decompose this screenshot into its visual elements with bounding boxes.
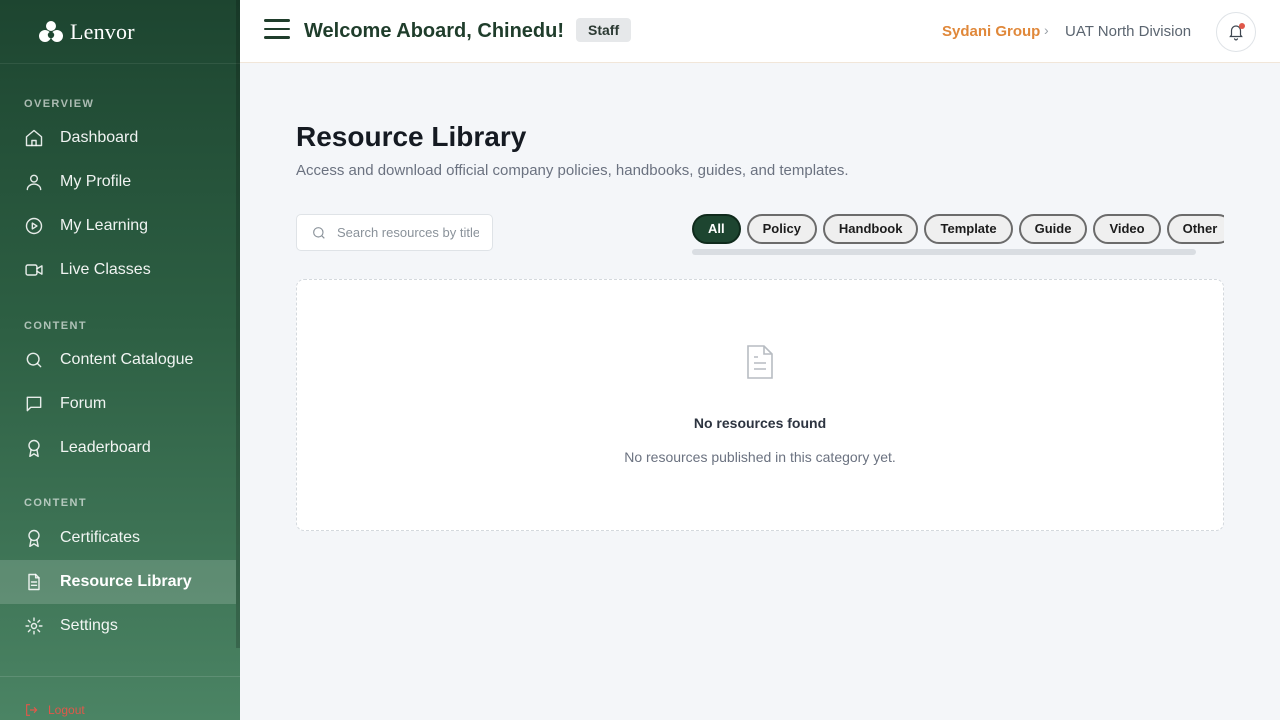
brand-name: Lenvor <box>70 18 135 44</box>
menu-toggle-button[interactable] <box>264 19 290 43</box>
logout-button[interactable]: Logout <box>24 702 85 718</box>
page-subtitle: Access and download official company pol… <box>296 162 849 179</box>
sidebar-item-label: Resource Library <box>60 573 192 590</box>
hamburger-icon-bar <box>264 36 290 39</box>
document-icon <box>24 572 44 592</box>
home-icon <box>24 128 44 148</box>
sidebar-item-my-learning[interactable]: My Learning <box>0 204 236 248</box>
notifications-button[interactable] <box>1216 12 1256 52</box>
notification-dot <box>1239 23 1245 29</box>
sidebar-item-live-classes[interactable]: Live Classes <box>0 248 236 292</box>
award-icon <box>24 438 44 458</box>
filter-chip-other[interactable]: Other <box>1166 214 1224 244</box>
user-icon <box>24 172 44 192</box>
logo-icon <box>39 20 63 42</box>
sidebar-item-resource-library[interactable]: Resource Library <box>0 560 236 604</box>
gear-icon <box>24 616 44 636</box>
video-icon <box>24 260 44 280</box>
filter-chip-all[interactable]: All <box>692 214 741 244</box>
filter-chip-policy[interactable]: Policy <box>746 214 817 244</box>
filter-chip-handbook[interactable]: Handbook <box>822 214 919 244</box>
sidebar-item-certificates[interactable]: Certificates <box>0 516 236 560</box>
welcome-heading: Welcome Aboard, Chinedu! <box>304 20 565 42</box>
section-label-content: CONTENT <box>24 320 87 332</box>
sidebar-item-settings[interactable]: Settings <box>0 604 236 648</box>
empty-state-message: No resources published in this category … <box>624 449 896 465</box>
empty-state-title: No resources found <box>693 415 827 431</box>
hamburger-icon-bar <box>264 19 290 22</box>
filter-chip-guide[interactable]: Guide <box>1018 214 1088 244</box>
search-input[interactable] <box>337 225 479 240</box>
filter-scrollbar[interactable] <box>692 249 1196 255</box>
breadcrumb-org[interactable]: Sydani Group <box>942 23 1040 40</box>
breadcrumb-division[interactable]: UAT North Division <box>1065 23 1191 40</box>
sidebar-item-label: Content Catalogue <box>60 351 194 368</box>
sidebar-item-label: My Profile <box>60 173 132 190</box>
sidebar-item-label: Forum <box>60 395 107 412</box>
search-icon <box>313 226 325 239</box>
filter-chip-video[interactable]: Video <box>1093 214 1161 244</box>
sidebar-item-label: Live Classes <box>60 261 151 278</box>
sidebar-item-leaderboard[interactable]: Leaderboard <box>0 426 236 470</box>
chat-icon <box>24 394 44 414</box>
sidebar-item-forum[interactable]: Forum <box>0 382 236 426</box>
search-icon <box>24 350 44 370</box>
sidebar-item-label: My Learning <box>60 217 149 234</box>
filter-chip-template[interactable]: Template <box>924 214 1013 244</box>
sidebar-item-label: Certificates <box>60 529 141 546</box>
chevron-right-icon: › <box>1044 22 1049 38</box>
sidebar-item-dashboard[interactable]: Dashboard <box>0 116 236 160</box>
filter-chips: All Policy Handbook Template Guide Video Other <box>692 214 1224 246</box>
sidebar-scrollbar[interactable] <box>236 0 240 648</box>
hamburger-icon-bar <box>264 27 290 30</box>
play-circle-icon <box>24 216 44 236</box>
section-label-overview: OVERVIEW <box>24 98 95 110</box>
sidebar-item-label: Dashboard <box>60 129 139 146</box>
logout-icon <box>26 704 38 716</box>
sidebar-item-label: Settings <box>60 617 118 634</box>
empty-state: No resources found No resources publishe… <box>296 279 1224 531</box>
brand-logo[interactable]: Lenvor <box>0 0 240 64</box>
document-icon <box>744 344 776 380</box>
page-title: Resource Library <box>296 121 527 152</box>
award-icon <box>24 528 44 548</box>
sidebar-item-my-profile[interactable]: My Profile <box>0 160 236 204</box>
logout-label: Logout <box>48 703 85 717</box>
top-header: Welcome Aboard, Chinedu! Staff Sydani Gr… <box>240 0 1280 63</box>
sidebar-item-label: Leaderboard <box>60 439 151 456</box>
sidebar: Lenvor OVERVIEW Dashboard My Profile My … <box>0 0 240 720</box>
sidebar-item-content-catalogue[interactable]: Content Catalogue <box>0 338 236 382</box>
role-badge: Staff <box>576 18 632 42</box>
search-box[interactable] <box>296 214 493 251</box>
section-label-content-2: CONTENT <box>24 497 87 509</box>
